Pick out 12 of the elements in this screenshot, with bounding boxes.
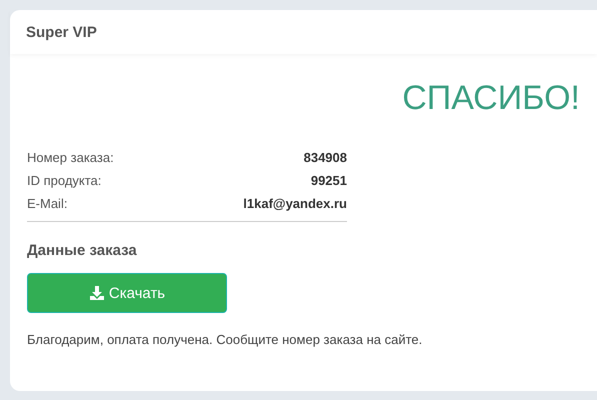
thank-you-heading: СПАСИБО!: [402, 79, 580, 119]
detail-label: Номер заказа:: [27, 149, 114, 167]
detail-value: 99251: [310, 172, 347, 190]
card-title: Super VIP: [26, 24, 97, 40]
detail-value: 834908: [304, 149, 347, 167]
download-icon: [88, 285, 105, 301]
detail-label: E-Mail:: [27, 195, 68, 213]
download-button[interactable]: Скачать: [27, 273, 227, 313]
section-title: Данные заказа: [27, 242, 138, 259]
detail-label: ID продукта:: [27, 172, 102, 190]
detail-value: l1kaf@yandex.ru: [243, 195, 347, 213]
confirmation-text: Благодарим, оплата получена. Сообщите номер заказа на сайте.: [27, 332, 424, 347]
